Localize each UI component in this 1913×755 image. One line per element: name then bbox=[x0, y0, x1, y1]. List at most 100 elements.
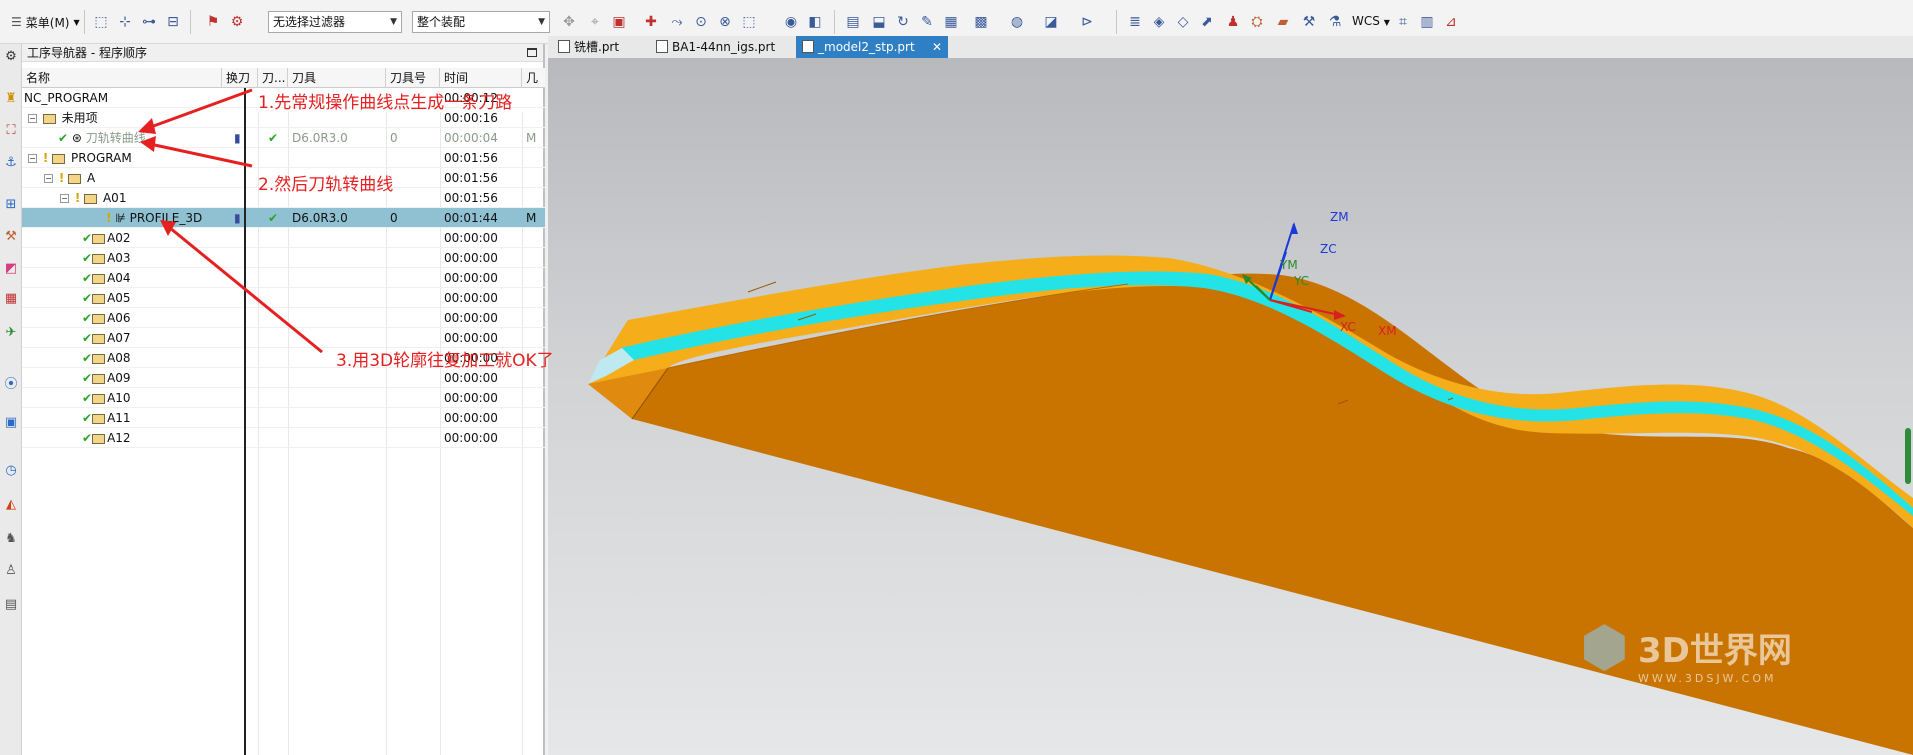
wcs-label: WCS bbox=[1352, 14, 1380, 28]
view-icon[interactable]: ▤ bbox=[844, 13, 862, 31]
operation-tree: NC_PROGRAM 00:00:12 − 未用项 00:00:16 ✔ ⊛ 刀… bbox=[22, 88, 545, 448]
tree-row-a09[interactable]: ✔ A09 00:00:00 bbox=[22, 368, 545, 388]
pan-icon[interactable]: ✎ bbox=[918, 13, 936, 31]
column-header-name[interactable]: 名称 bbox=[22, 68, 222, 88]
layers-alt-icon[interactable]: ◇ bbox=[1174, 13, 1192, 31]
table-icon[interactable]: ▥ bbox=[1418, 13, 1436, 31]
rotate-icon[interactable]: ↻ bbox=[894, 13, 912, 31]
assembly-scope-select[interactable]: 整个装配 ▼ bbox=[412, 11, 550, 33]
cube-icon[interactable]: ◧ bbox=[806, 13, 824, 31]
stock-icon[interactable]: ▰ bbox=[1274, 13, 1292, 31]
hierarchy-icon[interactable]: ⊹ bbox=[116, 13, 134, 31]
layer-icon[interactable]: ▦ bbox=[942, 13, 960, 31]
geometry-view-icon[interactable]: ⊶ bbox=[140, 13, 158, 31]
shaded-icon[interactable]: ◉ bbox=[782, 13, 800, 31]
method-view-icon[interactable]: ⊟ bbox=[164, 13, 182, 31]
collapse-icon[interactable]: − bbox=[28, 114, 37, 123]
tree-row-a11[interactable]: ✔ A11 00:00:00 bbox=[22, 408, 545, 428]
column-header-geometry[interactable]: 几 bbox=[522, 68, 545, 88]
graphics-window[interactable]: ZM ZC YM YC XC XM ⬢ 3D世界网 WWW.3DSJW.COM bbox=[548, 58, 1913, 755]
person-icon[interactable]: ♟ bbox=[1224, 13, 1242, 31]
constraint-navigator-icon[interactable]: ⚓ bbox=[3, 154, 19, 170]
select-face-icon[interactable]: ▣ bbox=[610, 13, 628, 31]
menu-button[interactable]: ☰ 菜单(M) ▼ bbox=[4, 11, 87, 33]
layers-icon[interactable]: ◈ bbox=[1150, 13, 1168, 31]
column-header-time[interactable]: 时间 bbox=[440, 68, 522, 88]
box-view-icon[interactable]: ◪ bbox=[1042, 13, 1060, 31]
column-header-tool[interactable]: 刀具 bbox=[288, 68, 386, 88]
history-icon[interactable]: ▣ bbox=[3, 414, 19, 430]
tool-icon[interactable]: ⚒ bbox=[1300, 13, 1318, 31]
folder-icon bbox=[92, 353, 106, 364]
scroll-indicator[interactable] bbox=[1905, 428, 1911, 484]
tree-row-a06[interactable]: ✔ A06 00:00:00 bbox=[22, 308, 545, 328]
column-header-tool-change[interactable]: 换刀 bbox=[222, 68, 258, 88]
web-browser-icon[interactable]: ⦿ bbox=[3, 374, 19, 392]
tree-row-name-cell: ✔ A02 bbox=[22, 228, 222, 248]
column-header-path[interactable]: 刀... bbox=[258, 68, 288, 88]
machining-feature-icon[interactable]: ◩ bbox=[3, 260, 19, 276]
gear-icon[interactable]: ⚙ bbox=[3, 48, 19, 64]
settings-icon[interactable]: ▤ bbox=[3, 596, 19, 612]
curve-icon[interactable]: ⤳ bbox=[668, 13, 686, 31]
move-icon[interactable]: ⬈ bbox=[1198, 13, 1216, 31]
column-header-tool-number[interactable]: 刀具号 bbox=[386, 68, 440, 88]
triad-icon[interactable]: ⊳ bbox=[1078, 13, 1096, 31]
point-icon[interactable]: ✚ bbox=[642, 13, 660, 31]
tab-ba1-44nn[interactable]: BA1-44nn_igs.prt bbox=[650, 36, 790, 58]
generate-toolpath-icon[interactable]: ⚑ bbox=[204, 13, 222, 31]
verify-toolpath-icon[interactable]: ⚙ bbox=[228, 13, 246, 31]
tree-row-toolpath-to-curve[interactable]: ✔ ⊛ 刀轨转曲线 ▮ ✔ D6.0R3.0 0 00:00:04 M bbox=[22, 128, 545, 148]
tree-row-a03[interactable]: ✔ A03 00:00:00 bbox=[22, 248, 545, 268]
tree-row-label: A08 bbox=[107, 351, 131, 365]
reuse-library-icon[interactable]: ▦ bbox=[3, 290, 19, 306]
tree-row-a07[interactable]: ✔ A07 00:00:00 bbox=[22, 328, 545, 348]
stack-icon[interactable]: ≣ bbox=[1126, 13, 1144, 31]
wcs-button[interactable]: WCS ▼ bbox=[1352, 14, 1390, 28]
ruler-icon[interactable]: ⌗ bbox=[1394, 13, 1412, 31]
tree-row-label: 刀轨转曲线 bbox=[85, 131, 146, 145]
maximize-icon[interactable] bbox=[527, 48, 537, 57]
intersect-icon[interactable]: ⊗ bbox=[716, 13, 734, 31]
tree-row-a12[interactable]: ✔ A12 00:00:00 bbox=[22, 428, 545, 448]
tab-model2[interactable]: _model2_stp.prt ✕ bbox=[796, 36, 948, 58]
folder-icon bbox=[68, 173, 82, 184]
machine-tool-navigator-icon[interactable]: ⚒ bbox=[3, 228, 19, 244]
close-icon[interactable]: ✕ bbox=[932, 36, 942, 58]
selection-filter-select[interactable]: 无选择过滤器 ▼ bbox=[268, 11, 402, 33]
collapse-icon[interactable]: − bbox=[28, 154, 37, 163]
collapse-icon[interactable]: − bbox=[60, 194, 69, 203]
tree-row-program[interactable]: − ! PROGRAM 00:01:56 bbox=[22, 148, 545, 168]
assembly-navigator-icon[interactable]: ⛶ bbox=[3, 122, 19, 138]
checkmark-icon: ✔ bbox=[82, 291, 93, 305]
process-studio-icon[interactable]: ♞ bbox=[3, 530, 19, 546]
feature-icon[interactable]: ⚗ bbox=[1326, 13, 1344, 31]
tab-milling-slot[interactable]: 铣槽.prt bbox=[552, 36, 642, 58]
palette-icon[interactable]: ◭ bbox=[3, 496, 19, 512]
folder-icon bbox=[92, 393, 106, 404]
circle-point-icon[interactable]: ⊙ bbox=[692, 13, 710, 31]
snap-point-icon[interactable]: ⌖ bbox=[586, 13, 604, 31]
role-icon[interactable]: ✈ bbox=[3, 324, 19, 340]
tree-row-a10[interactable]: ✔ A10 00:00:00 bbox=[22, 388, 545, 408]
fit-view-icon[interactable]: ⬓ bbox=[870, 13, 888, 31]
box-select-icon[interactable]: ⬚ bbox=[740, 13, 758, 31]
tree-row-a05[interactable]: ✔ A05 00:00:00 bbox=[22, 288, 545, 308]
orient-view-icon[interactable]: ▩ bbox=[972, 13, 990, 31]
column-splitter[interactable] bbox=[244, 88, 246, 755]
render-style-icon[interactable]: ◍ bbox=[1008, 13, 1026, 31]
operation-navigator-icon[interactable]: ⊞ bbox=[3, 196, 19, 212]
simulation-icon[interactable]: ♙ bbox=[3, 562, 19, 578]
tree-row-a04[interactable]: ✔ A04 00:00:00 bbox=[22, 268, 545, 288]
select-icon[interactable]: ⬚ bbox=[92, 13, 110, 31]
tree-row-profile-3d[interactable]: ! ⊯ PROFILE_3D ▮ ✔ D6.0R3.0 0 00:01:44 M bbox=[22, 208, 545, 228]
checkmark-icon: ✔ bbox=[82, 411, 93, 425]
clock-icon[interactable]: ◷ bbox=[3, 462, 19, 478]
snap-icon[interactable]: ✥ bbox=[560, 13, 578, 31]
time-value: 00:00:00 bbox=[444, 291, 498, 305]
measure-icon[interactable]: ⊿ bbox=[1442, 13, 1460, 31]
tree-row-a02[interactable]: ✔ A02 00:00:00 bbox=[22, 228, 545, 248]
machine-icon[interactable]: ⛭ bbox=[1248, 13, 1266, 31]
collapse-icon[interactable]: − bbox=[44, 174, 53, 183]
part-navigator-icon[interactable]: ♜ bbox=[3, 90, 19, 106]
